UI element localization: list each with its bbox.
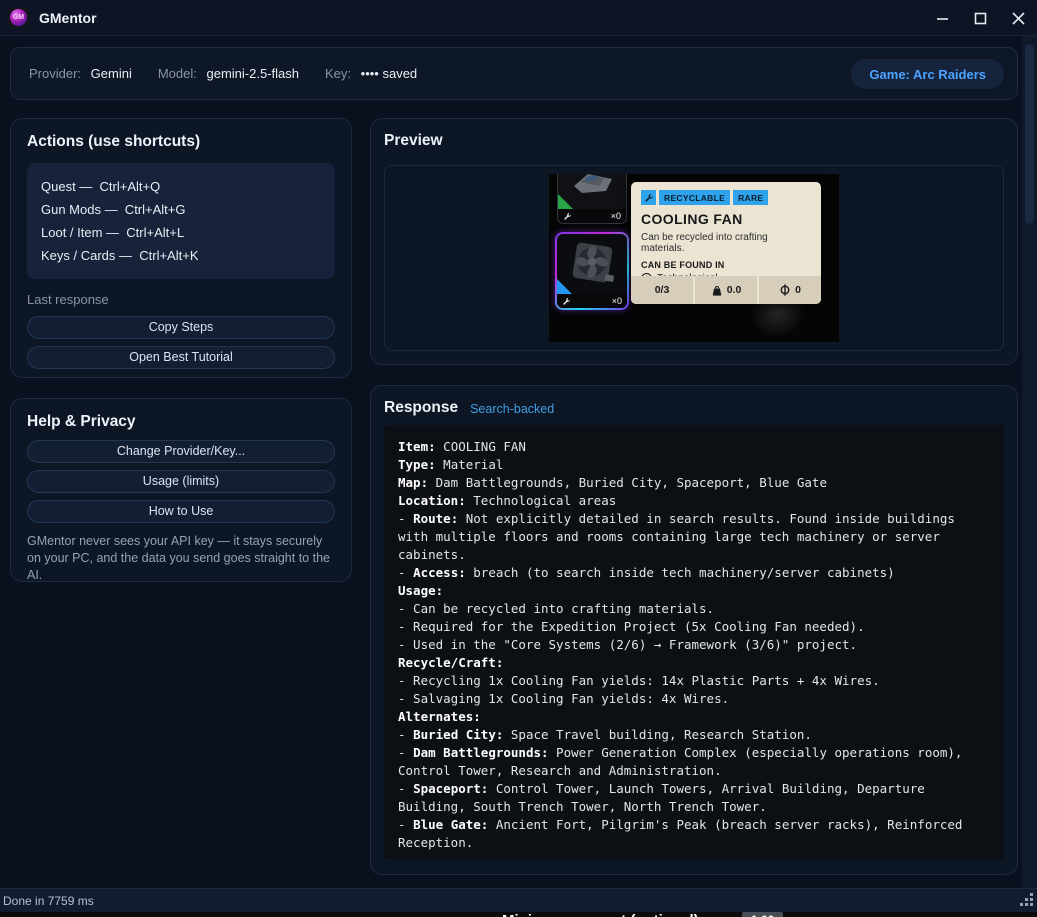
inventory-tile-2-selected: ×0 [555, 232, 629, 310]
background-window-strip: Minimum amount (optional) 1.00 [0, 912, 1037, 917]
provider-value: Gemini [91, 66, 132, 81]
minimize-button[interactable] [927, 5, 957, 31]
stat-count: 0/3 [631, 276, 693, 304]
recyclable-chip [641, 190, 656, 205]
shortcut-loot-item: Loot / Item — Ctrl+Alt+L [41, 221, 321, 244]
maximize-button[interactable] [965, 5, 995, 31]
copy-steps-button[interactable]: Copy Steps [27, 316, 335, 339]
shortcut-gun-mods: Gun Mods — Ctrl+Alt+G [41, 198, 321, 221]
actions-panel: Actions (use shortcuts) Quest — Ctrl+Alt… [10, 118, 352, 378]
shortcut-quest: Quest — Ctrl+Alt+Q [41, 175, 321, 198]
minimize-icon [936, 12, 949, 25]
rarity-corner-green [558, 194, 573, 209]
weight-icon [711, 285, 723, 296]
help-panel-title: Help & Privacy [27, 413, 335, 431]
stat-currency: 0 [757, 276, 821, 304]
scrollbar-track[interactable] [1022, 36, 1037, 888]
wrench-icon [644, 193, 654, 203]
key-label: Key: [325, 66, 351, 81]
preview-panel-title: Preview [384, 132, 1004, 150]
response-panel-title: Response [384, 399, 458, 417]
resize-grip-icon[interactable] [1018, 893, 1034, 909]
titlebar: GM GMentor [0, 0, 1037, 36]
tooltip-item-name: COOLING FAN [641, 211, 811, 227]
model-label: Model: [158, 66, 197, 81]
privacy-note: GMentor never sees your API key — it sta… [27, 533, 335, 584]
provider-bar: Provider: Gemini Model: gemini-2.5-flash… [10, 47, 1018, 100]
window-controls [927, 0, 1033, 36]
help-privacy-panel: Help & Privacy Change Provider/Key... Us… [10, 398, 352, 582]
tile-count: ×0 [612, 296, 622, 306]
wrench-icon [563, 212, 572, 221]
shortcut-keys-cards: Keys / Cards — Ctrl+Alt+K [41, 244, 321, 267]
status-bar: Done in 7759 ms [0, 888, 1037, 912]
open-best-tutorial-button[interactable]: Open Best Tutorial [27, 346, 335, 369]
provider-label: Provider: [29, 66, 81, 81]
response-text-area[interactable]: Item: COOLING FANType: MaterialMap: Dam … [384, 425, 1004, 859]
shortcut-list: Quest — Ctrl+Alt+Q Gun Mods — Ctrl+Alt+G… [27, 163, 335, 279]
close-icon [1012, 12, 1025, 25]
background-window-label: Minimum amount (optional) [502, 912, 699, 917]
badge-recyclable: RECYCLABLE [659, 190, 730, 205]
stat-weight: 0.0 [693, 276, 757, 304]
background-window-badge: 1.00 [742, 912, 783, 917]
game-selector-button[interactable]: Game: Arc Raiders [851, 59, 1004, 89]
key-value: •••• saved [361, 66, 418, 81]
change-provider-key-button[interactable]: Change Provider/Key... [27, 440, 335, 463]
status-text: Done in 7759 ms [3, 894, 94, 908]
app-window: GM GMentor Provider: Gemini Model: gemin… [0, 0, 1037, 917]
app-title: GMentor [39, 10, 97, 26]
response-panel: Response Search-backed Item: COOLING FAN… [370, 385, 1018, 875]
usage-limits-button[interactable]: Usage (limits) [27, 470, 335, 493]
close-button[interactable] [1003, 5, 1033, 31]
tooltip-stats-bar: 0/3 0.0 [631, 276, 821, 304]
wrench-icon [562, 297, 571, 306]
search-backed-badge: Search-backed [470, 402, 554, 417]
app-logo-icon: GM [8, 7, 29, 28]
maximize-icon [974, 12, 987, 25]
last-response-label: Last response [27, 292, 335, 307]
item-tooltip: RECYCLABLE RARE COOLING FAN Can be recyc… [631, 182, 821, 304]
tooltip-description: Can be recycled into crafting materials. [641, 232, 811, 254]
tile-count-bar: ×0 [557, 294, 627, 308]
actions-panel-title: Actions (use shortcuts) [27, 133, 335, 151]
inventory-tile-1: ×0 [557, 174, 627, 224]
game-screenshot: ×0 [549, 174, 839, 342]
response-text: Item: COOLING FANType: MaterialMap: Dam … [398, 438, 990, 852]
how-to-use-button[interactable]: How to Use [27, 500, 335, 523]
rarity-corner-blue [557, 279, 572, 294]
preview-panel: Preview ×0 [370, 118, 1018, 365]
tooltip-found-in-label: CAN BE FOUND IN [641, 260, 811, 270]
tooltip-badges: RECYCLABLE RARE [641, 190, 811, 205]
model-value: gemini-2.5-flash [207, 66, 300, 81]
coin-icon [779, 284, 791, 296]
preview-frame: ×0 [384, 165, 1004, 351]
scrollbar-thumb[interactable] [1025, 44, 1034, 224]
tile-count-bar: ×0 [558, 209, 626, 223]
badge-rare: RARE [733, 190, 768, 205]
tile-count: ×0 [611, 211, 621, 221]
